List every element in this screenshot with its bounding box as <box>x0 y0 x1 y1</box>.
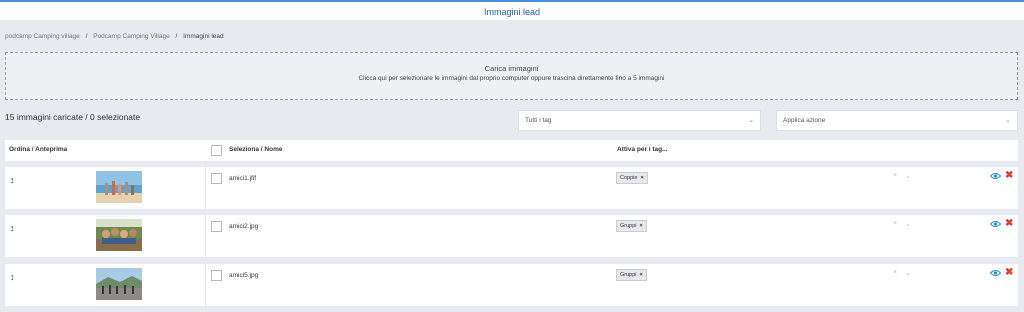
column-active-tags: Attiva per i tag... <box>617 146 668 153</box>
chevron-down-icon: ⌄ <box>748 117 754 124</box>
column-select-name: Seleziona / Nome <box>229 146 283 153</box>
eye-icon[interactable] <box>990 172 1001 180</box>
upload-dropzone[interactable]: Carica immagini Clicca qui per seleziona… <box>5 52 1018 100</box>
drag-handle-icon[interactable]: ↕ <box>10 175 15 185</box>
chevron-down-icon[interactable]: ⌄ <box>905 269 911 277</box>
order-preview-cell: ↕ <box>5 264 206 306</box>
tag-chip: Coppie × <box>616 172 648 184</box>
tag-chip: Gruppi × <box>616 269 647 281</box>
clear-icon[interactable]: × <box>893 269 897 276</box>
file-name: amici1.jfif <box>229 175 257 182</box>
upload-title: Carica immagini <box>484 64 539 73</box>
tag-chip: Gruppi × <box>616 220 647 232</box>
image-thumbnail[interactable] <box>96 219 142 251</box>
breadcrumb: podcamp Camping village / Podcamp Campin… <box>5 33 224 40</box>
tag-chip-label: Gruppi <box>620 272 637 278</box>
drag-handle-icon[interactable]: ↕ <box>10 223 15 233</box>
chevron-down-icon[interactable]: ⌄ <box>905 172 911 180</box>
delete-icon[interactable]: ✖ <box>1005 170 1013 181</box>
select-all-checkbox[interactable] <box>211 145 222 156</box>
file-name: amici5.jpg <box>229 272 259 279</box>
row-checkbox[interactable] <box>211 173 222 184</box>
table-row: ↕ amici5.jpg Gruppi × × ⌄ ✖ <box>5 264 1018 306</box>
remove-tag-icon[interactable]: × <box>640 175 643 181</box>
clear-icon[interactable]: × <box>893 220 897 227</box>
table-row: ↕ amici1.jfif Coppie × × ⌄ ✖ <box>5 167 1018 209</box>
order-preview-cell: ↕ <box>5 167 206 209</box>
images-count: 15 immagini caricate / 0 selezionate <box>5 112 141 122</box>
upload-subtitle: Clicca qui per selezionare le immagini d… <box>358 75 665 82</box>
bulk-action-value: Applica azione <box>783 117 826 124</box>
breadcrumb-current: Immagini lead <box>183 33 224 40</box>
image-thumbnail[interactable] <box>96 268 142 300</box>
row-checkbox[interactable] <box>211 221 222 232</box>
bulk-action-select[interactable]: Applica azione ⌄ <box>776 110 1018 131</box>
remove-tag-icon[interactable]: × <box>640 223 643 229</box>
delete-icon[interactable]: ✖ <box>1005 218 1013 229</box>
drag-handle-icon[interactable]: ↕ <box>10 272 15 282</box>
tag-filter-select[interactable]: Tutti i tag ⌄ <box>518 110 761 131</box>
eye-icon[interactable] <box>990 220 1001 228</box>
clear-icon[interactable]: × <box>893 172 897 179</box>
delete-icon[interactable]: ✖ <box>1005 267 1013 278</box>
breadcrumb-link[interactable]: Podcamp Camping Village <box>93 33 169 40</box>
column-order-preview: Ordina / Anteprima <box>9 146 68 153</box>
breadcrumb-separator: / <box>85 33 88 40</box>
breadcrumb-link[interactable]: podcamp Camping village <box>5 33 80 40</box>
file-name: amici2.jpg <box>229 223 259 230</box>
tag-filter-value: Tutti i tag <box>525 117 552 124</box>
image-thumbnail[interactable] <box>96 171 142 203</box>
remove-tag-icon[interactable]: × <box>640 272 643 278</box>
page-title: Immagini lead <box>483 7 541 17</box>
eye-icon[interactable] <box>990 269 1001 277</box>
breadcrumb-separator: / <box>175 33 178 40</box>
table-header: Ordina / Anteprima Seleziona / Nome Atti… <box>5 140 1018 161</box>
chevron-down-icon: ⌄ <box>1005 117 1011 124</box>
tag-chip-label: Coppie <box>620 175 638 181</box>
table-row: ↕ amici2.jpg Gruppi × × ⌄ ✖ <box>5 215 1018 257</box>
chevron-down-icon[interactable]: ⌄ <box>905 220 911 228</box>
order-preview-cell: ↕ <box>5 215 206 257</box>
page-header: Immagini lead <box>0 0 1024 20</box>
row-checkbox[interactable] <box>211 270 222 281</box>
tag-chip-label: Gruppi <box>620 223 637 229</box>
